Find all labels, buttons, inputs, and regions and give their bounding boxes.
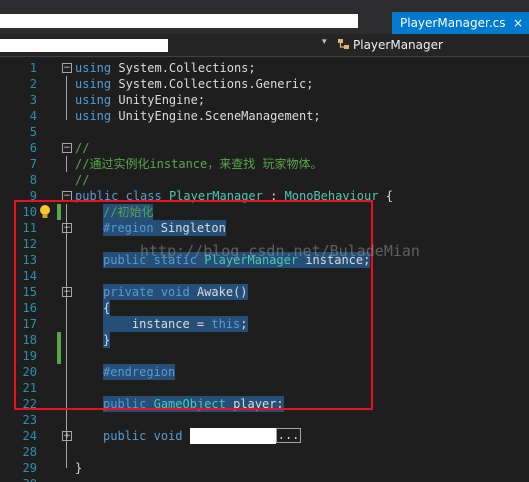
code-text: // [75,173,90,187]
project-dropdown[interactable] [0,39,168,52]
code-line[interactable]: 7 //通过实例化instance，来查找 玩家物体。 [0,156,529,172]
code-line[interactable]: 1 − using System.Collections; [0,60,529,76]
close-icon[interactable]: × [513,12,523,34]
code-line[interactable]: 30 [0,476,529,482]
collapsed-block-ellipsis[interactable]: ... [275,428,302,443]
navigation-bar: ▾ PlayerManager [0,34,529,57]
code-line[interactable]: 4 using UnityEngine.SceneManagement; [0,108,529,124]
collapse-icon[interactable]: − [62,143,72,153]
line-number: 4 [29,109,37,123]
code-text: using System.Collections.Generic; [75,77,314,91]
line-number: 8 [29,173,37,187]
line-number: 24 [22,429,37,443]
code-text: } [75,461,83,475]
line-number: 1 [29,61,37,75]
line-number: 28 [22,445,37,459]
expand-icon[interactable]: + [62,431,72,441]
tab-bar: PlayerManager.cs × [0,0,529,34]
redacted-method-name [189,428,276,444]
watermark: http://blog.csdn.net/BuladeMian [140,242,420,260]
code-line[interactable]: 5 [0,124,529,140]
code-line[interactable]: 24 + public void ... [0,428,529,444]
chevron-down-icon[interactable]: ▾ [322,37,327,47]
line-number: 29 [22,461,37,475]
code-text: using UnityEngine; [75,93,206,107]
tab-title: PlayerManager.cs [400,16,506,30]
code-text: using System.Collections; [75,61,256,75]
code-line[interactable]: 29} [0,460,529,476]
code-line[interactable]: 28 [0,444,529,460]
line-number: 7 [29,157,37,171]
code-text: using UnityEngine.SceneManagement; [75,109,321,123]
line-number: 2 [29,77,37,91]
class-dropdown[interactable]: PlayerManager [337,34,443,56]
code-text: // [75,141,90,155]
line-number: 5 [29,125,37,139]
code-text: //通过实例化instance，来查找 玩家物体。 [75,157,323,171]
class-name: PlayerManager [353,38,443,52]
code-line[interactable]: 2 using System.Collections.Generic; [0,76,529,92]
collapse-icon[interactable]: − [62,63,72,73]
code-text: public void ... [103,428,302,444]
code-line[interactable]: 3 using UnityEngine; [0,92,529,108]
tab-playermanager[interactable]: PlayerManager.cs × [392,12,529,34]
highlight-box [14,200,373,410]
line-number: 30 [0,476,37,482]
line-number: 6 [29,141,37,155]
code-line[interactable]: 6 −// [0,140,529,156]
code-editor[interactable]: 1− using System.Collections; 2 using System… [0,56,529,482]
redacted-tab-area [0,14,358,28]
line-number: 23 [22,413,37,427]
code-line[interactable]: 8 // [0,172,529,188]
line-number: 3 [29,93,37,107]
class-icon [337,35,350,57]
code-line[interactable]: 23 [0,412,529,428]
